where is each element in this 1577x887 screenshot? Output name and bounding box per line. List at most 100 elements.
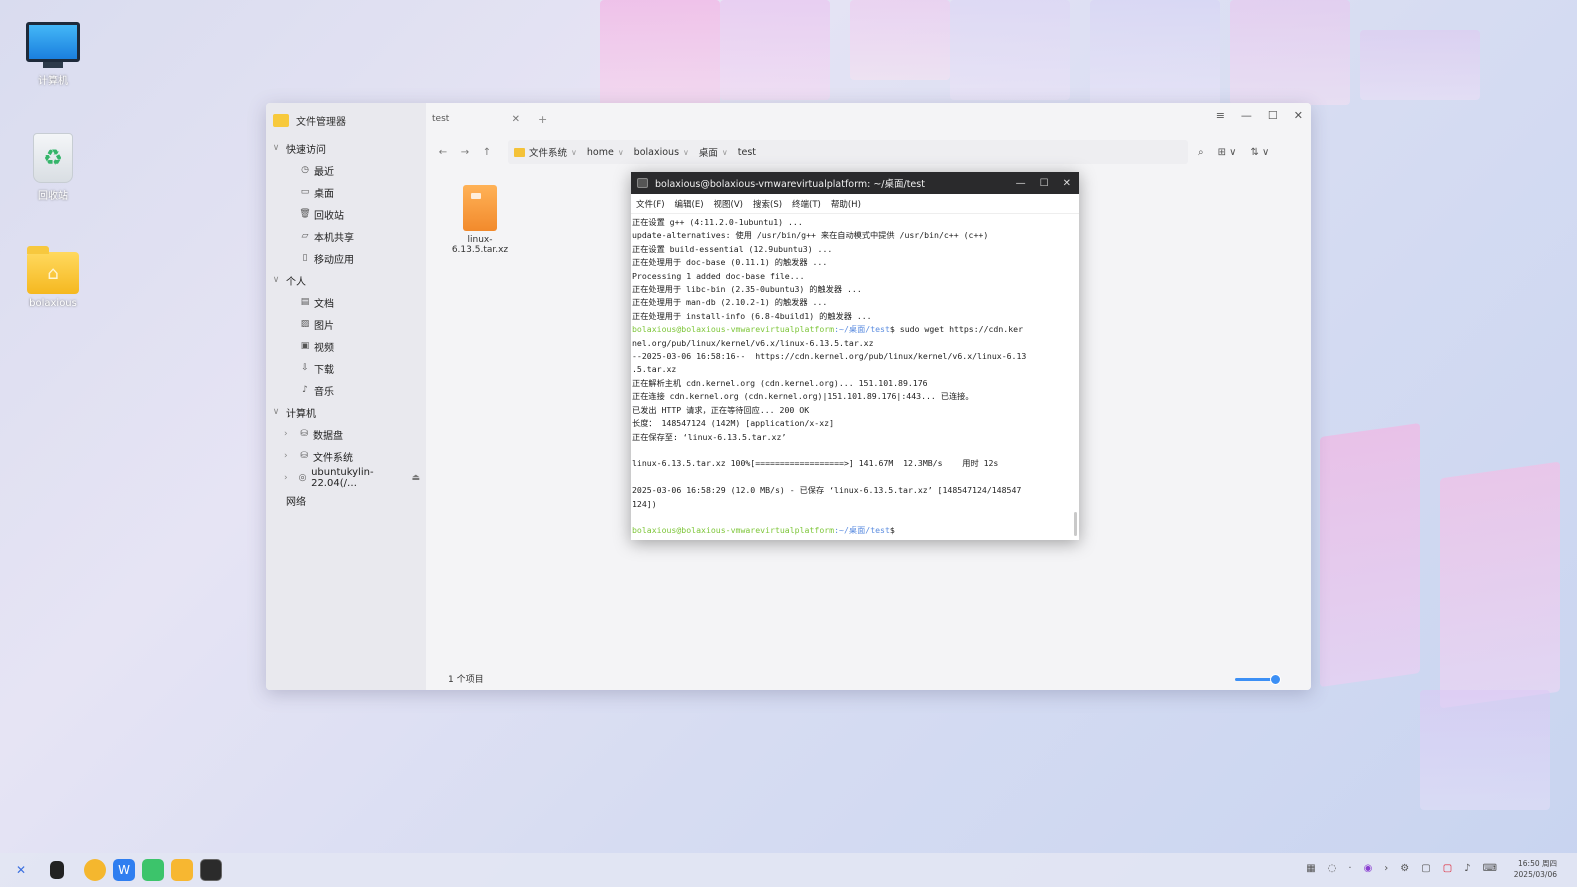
zoom-slider-handle[interactable] [1270, 674, 1281, 685]
start-menu-button[interactable]: ✕ [10, 859, 32, 881]
close-icon[interactable]: ✕ [1294, 109, 1303, 122]
maximize-icon[interactable]: ☐ [1040, 178, 1049, 189]
sidebar-item-desktop[interactable]: ▭ 桌面 [266, 181, 426, 203]
wps-icon[interactable]: W [113, 859, 135, 881]
settings-icon[interactable]: ⚙ [1400, 863, 1409, 874]
desktop-home-folder[interactable]: ⌂ bolaxious [20, 246, 86, 309]
menu-edit[interactable]: 编辑(E) [675, 198, 704, 210]
sidebar-item-documents[interactable]: ▤ 文档 [266, 291, 426, 313]
sidebar-item-mobile-apps[interactable]: ▯ 移动应用 [266, 247, 426, 269]
devices-icon[interactable]: ▢ [1421, 863, 1430, 874]
menu-file[interactable]: 文件(F) [636, 198, 665, 210]
sidebar-item-network[interactable]: 网络 [266, 489, 426, 511]
minimize-icon[interactable]: — [1016, 178, 1026, 189]
menu-help[interactable]: 帮助(H) [831, 198, 861, 210]
window-controls: ≡ — ☐ ✕ [1216, 109, 1303, 122]
breadcrumb-desktop[interactable]: 桌面 ∨ [699, 145, 728, 160]
sidebar-item-downloads[interactable]: ⇩ 下载 [266, 357, 426, 379]
close-icon[interactable]: ✕ [1063, 178, 1071, 189]
multitask-icon[interactable] [50, 861, 64, 879]
terminal-line: 已发出 HTTP 请求，正在等待回应... 200 OK [632, 404, 810, 415]
sidebar-item-music[interactable]: ♪ 音乐 [266, 379, 426, 401]
breadcrumb: 文件系统 ∨ home ∨ bolaxious ∨ 桌面 ∨ test [508, 140, 1188, 164]
back-icon[interactable]: ← [432, 147, 454, 158]
breadcrumb-test[interactable]: test [738, 147, 756, 158]
terminal-icon[interactable] [200, 859, 222, 881]
command-text: $ sudo wget https://cdn.ker [889, 324, 1024, 335]
sidebar-item-filesystem[interactable]: › ⛁ 文件系统 [266, 445, 426, 467]
terminal-line: 正在处理用于 install-info (6.8-4build1) 的触发器 .… [632, 310, 872, 321]
search-icon[interactable]: ◌ [1328, 863, 1337, 874]
chevron-down-icon: ∨ [272, 143, 280, 153]
terminal-line: --2025-03-06 16:58:16-- https://cdn.kern… [632, 351, 1027, 362]
terminal-line: 正在处理用于 doc-base (0.11.1) 的触发器 ... [632, 257, 828, 268]
volume-icon[interactable]: ♪ [1464, 863, 1470, 874]
forward-icon[interactable]: → [454, 147, 476, 158]
menu-search[interactable]: 搜索(S) [753, 198, 782, 210]
sidebar-item-cdrom[interactable]: › ◎ ubuntukylin-22.04(/… ⏏ [266, 467, 426, 489]
menu-view[interactable]: 视图(V) [714, 198, 743, 210]
file-item[interactable]: linux-6.13.5.tar.xz [440, 185, 520, 255]
sidebar-item-share[interactable]: ▱ 本机共享 [266, 225, 426, 247]
view-mode-icon[interactable]: ⊞ ∨ [1218, 147, 1237, 158]
file-manager-folder-icon[interactable] [171, 859, 193, 881]
clock[interactable]: 16:50 周四 2025/03/06 [1514, 858, 1557, 880]
breadcrumb-filesystem[interactable]: 文件系统 ∨ [514, 145, 577, 159]
search-icon[interactable]: ⌕ [1198, 147, 1204, 158]
network-icon[interactable]: ▦ [1306, 863, 1315, 874]
sidebar-item-videos[interactable]: ▣ 视频 [266, 335, 426, 357]
terminal-prompt-line: bolaxious@bolaxious-vmwarevirtualplatfor… [632, 524, 1079, 537]
terminal-menubar: 文件(F) 编辑(E) 视图(V) 搜索(S) 终端(T) 帮助(H) [631, 194, 1079, 214]
eject-icon[interactable]: ⏏ [411, 473, 420, 483]
terminal-icon [637, 178, 648, 188]
sort-icon[interactable]: ⇅ ∨ [1251, 147, 1270, 158]
sidebar: 文件管理器 ∨ 快速访问 ◷ 最近 ▭ 桌面 🗑 回收站 ▱ 本机共享 ▯ 移动应用 ∨ … [266, 103, 426, 690]
chevron-down-icon: ∨ [272, 407, 280, 417]
sidebar-group-computer[interactable]: ∨ 计算机 [266, 401, 426, 423]
minimize-icon[interactable]: — [1241, 109, 1252, 122]
terminal-title: bolaxious@bolaxious-vmwarevirtualplatfor… [655, 179, 925, 190]
file-manager-icon[interactable] [84, 859, 106, 881]
sidebar-group-personal[interactable]: ∨ 个人 [266, 269, 426, 291]
tab-bar: test ✕ + ≡ — ☐ ✕ [426, 103, 1311, 135]
trash-icon: ♻ [33, 133, 73, 183]
sidebar-item-trash[interactable]: 🗑 回收站 [266, 203, 426, 225]
tab-test[interactable]: test ✕ [426, 105, 526, 133]
chevron-down-icon: ∨ [721, 147, 728, 157]
chevron-right-icon[interactable]: › [1384, 863, 1388, 874]
prompt-user: bolaxious@bolaxious-vmwarevirtualplatfor… [632, 324, 835, 335]
software-center-icon[interactable] [142, 859, 164, 881]
terminal-line: 正在保存至: ‘linux-6.13.5.tar.xz’ [632, 431, 787, 442]
archive-icon [463, 185, 497, 231]
sidebar-item-data-disk[interactable]: › ⛁ 数据盘 [266, 423, 426, 445]
menu-terminal[interactable]: 终端(T) [792, 198, 821, 210]
app-tray-icon[interactable]: · [1348, 863, 1351, 874]
maximize-icon[interactable]: ☐ [1268, 109, 1278, 122]
prompt-symbol: $ [889, 525, 895, 536]
terminal-line: update-alternatives: 使用 /usr/bin/g++ 来在自… [632, 230, 989, 241]
chevron-down-icon: ∨ [571, 147, 577, 157]
notification-icon[interactable]: ▢ [1443, 863, 1452, 874]
sidebar-group-quick-access[interactable]: ∨ 快速访问 [266, 137, 426, 159]
menu-icon[interactable]: ≡ [1216, 109, 1225, 122]
breadcrumb-home[interactable]: home ∨ [587, 147, 624, 158]
terminal-output[interactable]: 正在设置 g++ (4:11.2.0-1ubuntu1) ... update-a… [631, 214, 1079, 538]
download-icon: ⇩ [301, 363, 309, 373]
desktop-trash[interactable]: ♻ 回收站 [20, 133, 86, 202]
terminal-line: 正在连接 cdn.kernel.org (cdn.kernel.org)|151… [632, 391, 974, 402]
breadcrumb-user[interactable]: bolaxious ∨ [634, 147, 689, 158]
zoom-slider[interactable] [1235, 674, 1281, 685]
sidebar-item-pictures[interactable]: ▨ 图片 [266, 313, 426, 335]
purple-app-icon[interactable]: ◉ [1364, 863, 1373, 874]
keyboard-icon[interactable]: ⌨ [1483, 863, 1497, 874]
add-tab-button[interactable]: + [538, 113, 547, 126]
terminal-line: 长度： 148547124 (142M) [application/x-xz] [632, 418, 835, 429]
desktop-computer[interactable]: 计算机 [20, 22, 86, 87]
terminal-scrollbar[interactable] [1074, 512, 1077, 536]
up-icon[interactable]: ↑ [476, 147, 498, 158]
sidebar-item-recent[interactable]: ◷ 最近 [266, 159, 426, 181]
close-tab-icon[interactable]: ✕ [512, 114, 520, 125]
terminal-window: bolaxious@bolaxious-vmwarevirtualplatfor… [631, 172, 1079, 540]
status-text: 1 个项目 [448, 675, 484, 685]
terminal-line: 正在处理用于 man-db (2.10.2-1) 的触发器 ... [632, 297, 828, 308]
